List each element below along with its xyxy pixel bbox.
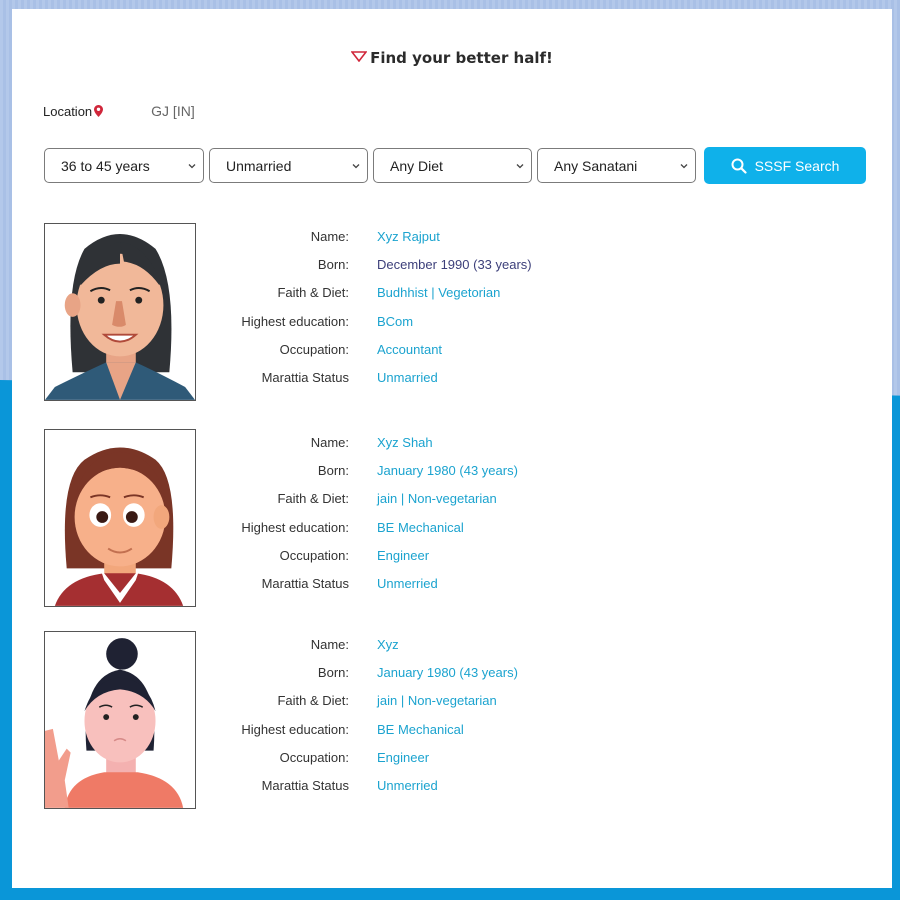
location-row: Location GJ [IN] [43,103,195,119]
sect-select[interactable]: Any Sanatani [537,148,696,183]
name-label: Name: [310,637,349,652]
education-value: BE Mechanical [377,721,464,737]
search-button[interactable]: SSSF Search [704,147,866,184]
education-label: Highest education: [241,721,349,737]
page-title-text: Find your better half! [370,49,553,67]
profile-details: Name: Xyz Born: January 1980 (43 years) Fa… [214,637,518,806]
occupation-value: Engineer [377,547,430,563]
profile-photo[interactable] [44,223,196,401]
education-value: BE Mechanical [377,519,464,535]
name-label: Name: [310,435,349,450]
profile-card: Name: Xyz Rajput Born: December 1990 (33 y… [44,223,844,403]
diet-select[interactable]: Any Diet [373,148,532,183]
education-value: BCom [377,313,414,329]
profile-card: Name: Xyz Born: January 1980 (43 years) Fa… [44,631,844,811]
status-label: Marattia Status [261,369,349,385]
born-label: Born: [317,463,349,479]
status-label: Marattia Status [261,777,349,793]
map-pin-icon [94,105,104,117]
main-card: Find your better half! Location GJ [IN] … [12,9,892,888]
page-title: Find your better half! [12,49,892,67]
born-label: Born: [317,257,349,273]
diet-value: Any Diet [390,157,443,174]
profile-card: Name: Xyz Shah Born: January 1980 (43 year… [44,429,844,609]
chevron-down-icon [352,163,360,168]
born-value: January 1980 (43 years) [377,665,518,681]
status-value: Unmerried [377,575,438,591]
chevron-down-icon [680,163,688,168]
profile-photo[interactable] [44,631,196,809]
heart-triangle-icon [351,51,368,62]
marital-status-value: Unmarried [226,157,292,174]
faith-diet-label: Faith & Diet: [277,693,349,709]
age-range-select[interactable]: 36 to 45 years [44,148,204,183]
born-value: January 1980 (43 years) [377,463,518,479]
profile-details: Name: Xyz Shah Born: January 1980 (43 year… [214,435,518,604]
occupation-label: Occupation: [279,749,349,765]
born-label: Born: [317,665,349,681]
faith-diet-value: Budhhist | Vegetorian [377,285,501,301]
sect-value: Any Sanatani [554,157,638,174]
occupation-value: Accountant [377,341,443,357]
faith-diet-label: Faith & Diet: [277,285,349,301]
occupation-value: Engineer [377,749,430,765]
occupation-label: Occupation: [279,341,349,357]
faith-diet-label: Faith & Diet: [277,491,349,507]
education-label: Highest education: [241,313,349,329]
faith-diet-value: jain | Non-vegetarian [377,491,497,507]
chevron-down-icon [516,163,524,168]
status-label: Marattia Status [261,575,349,591]
location-label: Location [43,103,93,119]
faith-diet-value: jain | Non-vegetarian [377,693,497,709]
filter-bar: 36 to 45 years Unmarried Any Diet Any Sa… [44,147,866,184]
born-value: December 1990 (33 years) [377,257,532,273]
name-label: Name: [310,229,349,244]
name-value[interactable]: Xyz [377,637,399,665]
avatar-woman-black-hair-icon [45,234,195,400]
status-value: Unmerried [377,777,438,793]
avatar-woman-brown-hair-icon [54,447,184,606]
avatar-woman-bun-hair-icon [45,638,184,808]
occupation-label: Occupation: [279,547,349,563]
search-icon [731,158,747,174]
profile-details: Name: Xyz Rajput Born: December 1990 (33 y… [214,229,532,398]
profile-photo[interactable] [44,429,196,607]
location-value: GJ [IN] [151,103,195,119]
search-button-label: SSSF Search [754,157,840,174]
education-label: Highest education: [241,519,349,535]
chevron-down-icon [188,163,196,168]
marital-status-select[interactable]: Unmarried [209,148,368,183]
age-range-value: 36 to 45 years [61,157,150,174]
name-value[interactable]: Xyz Rajput [377,229,440,257]
name-value[interactable]: Xyz Shah [377,435,433,463]
status-value: Unmarried [377,369,438,385]
